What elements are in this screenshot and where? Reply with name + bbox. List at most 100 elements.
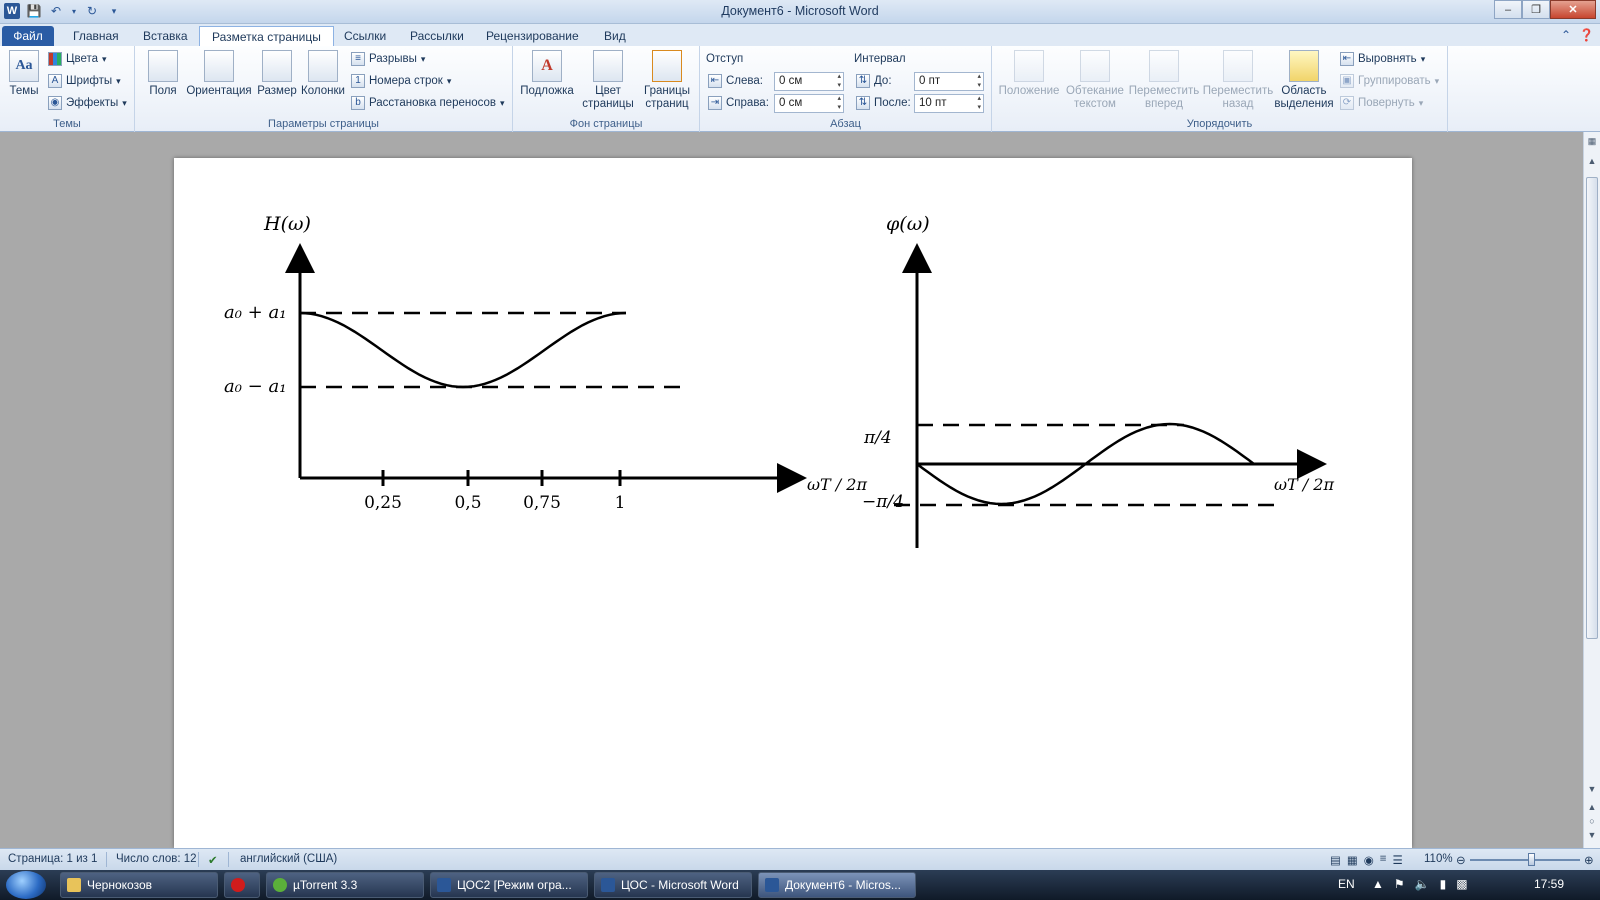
group-button[interactable]: ▣ Группировать (1340, 72, 1439, 90)
orientation-button[interactable]: Ориентация (183, 50, 255, 98)
web-layout-icon[interactable]: ◉ (1364, 853, 1374, 867)
ribbon: Aa Темы Цвета A Шрифты ◉ Эффекты Темы Поля… (0, 46, 1600, 132)
zoom-level[interactable]: 110% (1424, 853, 1453, 865)
outline-icon[interactable]: ≡ (1380, 853, 1387, 867)
tab-insert[interactable]: Вставка (131, 26, 200, 46)
align-button[interactable]: ⇤ Выровнять (1340, 50, 1425, 68)
fonts-button[interactable]: A Шрифты (48, 72, 121, 90)
taskbar-item-utorrent[interactable]: µTorrent 3.3 (266, 872, 424, 898)
tab-view[interactable]: Вид (592, 26, 638, 46)
taskbar-item-utorrent-label: µTorrent 3.3 (293, 878, 358, 892)
spacing-after-input[interactable]: 10 пт (914, 94, 984, 113)
ruler-toggle-icon[interactable]: ▦ (1584, 136, 1600, 150)
draft-icon[interactable]: ☰ (1393, 853, 1403, 867)
prev-page-icon[interactable]: ▲ (1584, 802, 1600, 816)
page-borders-button[interactable]: Границы страниц (639, 50, 695, 111)
full-screen-reading-icon[interactable]: ▦ (1347, 853, 1358, 867)
input-language[interactable]: EN (1338, 877, 1355, 891)
phase-chart: φ(ω) π/4 −π/4 ωT / 2π (862, 213, 1334, 548)
browse-object-icon[interactable]: ○ (1584, 816, 1600, 830)
tab-mailings[interactable]: Рассылки (398, 26, 476, 46)
tab-references[interactable]: Ссылки (332, 26, 398, 46)
hyphenation-button[interactable]: b Расстановка переносов (351, 94, 505, 112)
themes-button[interactable]: Aa Темы (6, 50, 42, 98)
charts-figure: 0,25 0,5 0,75 1 H(ω) a₀ + a₁ a₀ − a₁ ωT / 2… (224, 213, 1334, 548)
indent-left-input[interactable]: 0 см (774, 72, 844, 91)
next-page-icon[interactable]: ▼ (1584, 830, 1600, 844)
document-page[interactable]: 0,25 0,5 0,75 1 H(ω) a₀ + a₁ a₀ − a₁ ωT / 2… (174, 158, 1412, 848)
taskbar-item-word-3[interactable]: Документ6 - Micros... (758, 872, 916, 898)
flag-icon[interactable]: ⚑ (1394, 877, 1405, 891)
tab-review[interactable]: Рецензирование (474, 26, 591, 46)
indent-right-input[interactable]: 0 см (774, 94, 844, 113)
bring-forward-button[interactable]: Переместить вперед (1128, 50, 1200, 111)
scroll-up-icon[interactable]: ▲ (1584, 156, 1600, 170)
rotate-button[interactable]: ⟳ Повернуть (1340, 94, 1423, 112)
align-label: Выровнять (1358, 53, 1417, 65)
margins-button[interactable]: Поля (143, 50, 183, 98)
clock[interactable]: 17:59 (1534, 877, 1564, 891)
align-icon: ⇤ (1340, 52, 1354, 66)
columns-button[interactable]: Колонки (297, 50, 349, 98)
page-borders-label-2: страниц (645, 98, 689, 110)
wrap-text-button[interactable]: Обтекание текстом (1064, 50, 1126, 111)
wrap-text-label-2: текстом (1074, 98, 1116, 110)
taskbar-item-opera[interactable] (224, 872, 260, 898)
taskbar-item-word-2[interactable]: ЦОС - Microsoft Word (594, 872, 752, 898)
zoom-slider[interactable] (1470, 859, 1580, 861)
selection-pane-button[interactable]: Область выделения (1274, 50, 1334, 111)
page-background-group-label: Фон страницы (569, 118, 643, 130)
tab-home[interactable]: Главная (61, 26, 131, 46)
breaks-button[interactable]: ≡ Разрывы (351, 50, 425, 68)
line-numbers-button[interactable]: 1 Номера строк (351, 72, 451, 90)
help-icon[interactable]: ❓ (1579, 28, 1594, 42)
proofing-icon[interactable]: ✔ (208, 853, 218, 867)
effects-button[interactable]: ◉ Эффекты (48, 94, 127, 112)
position-button[interactable]: Положение (996, 50, 1062, 98)
colors-button[interactable]: Цвета (48, 50, 107, 68)
scroll-down-icon[interactable]: ▼ (1584, 784, 1600, 798)
spacing-before-text: До: (874, 75, 892, 87)
volume-icon[interactable]: 🔈 (1415, 877, 1430, 891)
battery-icon[interactable]: ▩ (1456, 877, 1467, 891)
zoom-out-icon[interactable]: ⊖ (1456, 853, 1466, 867)
group-icon: ▣ (1340, 74, 1354, 88)
size-button[interactable]: Размер (255, 50, 299, 98)
start-button[interactable] (6, 871, 46, 899)
print-layout-icon[interactable]: ▤ (1330, 853, 1341, 867)
taskbar-item-word-1[interactable]: ЦОС2 [Режим огра... (430, 872, 588, 898)
vertical-scrollbar[interactable]: ▦ ▲ ▼ ▲ ○ ▼ (1583, 132, 1600, 848)
tray-expand-icon[interactable]: ▲ (1372, 877, 1384, 891)
language-indicator[interactable]: английский (США) (240, 853, 337, 865)
close-button[interactable]: ✕ (1550, 0, 1596, 19)
restore-button[interactable]: ❐ (1522, 0, 1550, 19)
spacing-before-input[interactable]: 0 пт (914, 72, 984, 91)
tab-page-layout[interactable]: Разметка страницы (199, 26, 334, 46)
phase-y-tick-high: π/4 (863, 428, 892, 448)
system-tray: ▲ ⚑ 🔈 ▮ ▩ (1372, 877, 1468, 891)
minimize-ribbon-icon[interactable]: ⌃ (1561, 28, 1571, 42)
tab-file[interactable]: Файл (2, 26, 54, 46)
scroll-thumb[interactable] (1586, 177, 1598, 639)
bring-forward-label-2: вперед (1145, 98, 1183, 110)
magnitude-series-line (299, 311, 627, 389)
indent-right-label: ⇥ Справа: (708, 94, 769, 112)
magnitude-x-tick-label: 0,75 (523, 493, 561, 513)
minimize-button[interactable]: – (1494, 0, 1522, 19)
taskbar-item-explorer[interactable]: Чернокозов (60, 872, 218, 898)
ribbon-controls: ⌃ ❓ (1561, 28, 1594, 42)
zoom-slider-thumb[interactable] (1528, 853, 1535, 866)
page-color-button[interactable]: Цвет страницы (579, 50, 637, 111)
orientation-icon (204, 50, 234, 82)
send-backward-button[interactable]: Переместить назад (1202, 50, 1274, 111)
page-count[interactable]: Страница: 1 из 1 (8, 853, 97, 865)
network-icon[interactable]: ▮ (1440, 877, 1447, 891)
page-setup-group-label: Параметры страницы (268, 118, 379, 130)
word-count[interactable]: Число слов: 12 (116, 853, 197, 865)
phase-x-label: ωT / 2π (1274, 475, 1334, 494)
watermark-button[interactable]: A Подложка (517, 50, 577, 98)
wrap-text-icon (1080, 50, 1110, 82)
zoom-in-icon[interactable]: ⊕ (1584, 853, 1594, 867)
magnitude-x-tick-label: 0,5 (454, 493, 481, 513)
magnitude-x-label: ωT / 2π (807, 475, 867, 494)
